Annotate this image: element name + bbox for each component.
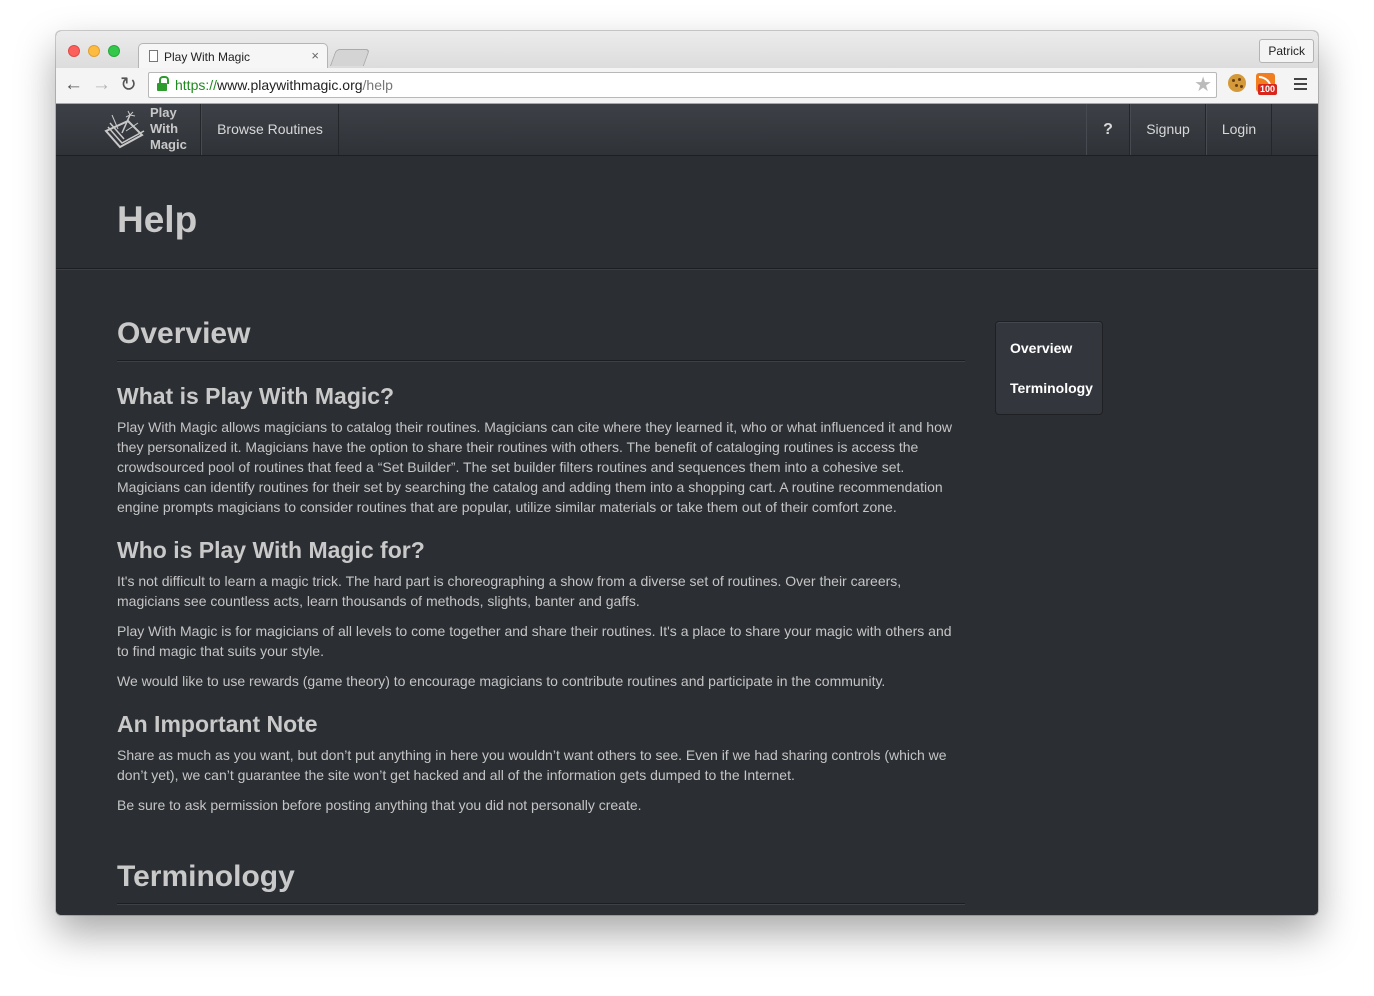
- what-heading: What is Play With Magic?: [117, 383, 395, 409]
- page-header: Help: [56, 156, 1318, 270]
- browser-toolbar: ← → ↻ https://www.playwithmagic.org/help…: [56, 68, 1318, 104]
- cookie-icon[interactable]: [1228, 74, 1246, 92]
- tab-title: Play With Magic: [164, 50, 251, 64]
- star-icon[interactable]: ★: [1194, 73, 1212, 97]
- help-content: Overview What is Play With Magic? Play W…: [117, 316, 965, 904]
- magic-book-logo-icon: [104, 110, 145, 149]
- note-paragraph: Share as much as you want, but don’t put…: [117, 747, 947, 783]
- close-window-button[interactable]: [68, 45, 80, 57]
- sidebar-item-overview[interactable]: Overview: [996, 328, 1102, 368]
- who-paragraph: Play With Magic is for magicians of all …: [117, 623, 952, 659]
- help-link[interactable]: ?: [1086, 104, 1130, 155]
- who-heading: Who is Play With Magic for?: [117, 537, 425, 563]
- who-paragraph: It's not difficult to learn a magic tric…: [117, 573, 902, 609]
- signup-link[interactable]: Signup: [1130, 104, 1206, 155]
- brand-name: Play With Magic: [150, 105, 187, 153]
- browser-tab-strip: Play With Magic × Patrick: [56, 31, 1318, 69]
- reload-icon[interactable]: ↻: [120, 73, 137, 97]
- back-arrow-icon[interactable]: ←: [64, 73, 83, 97]
- who-paragraph: We would like to use rewards (game theor…: [117, 673, 886, 689]
- browser-window: Play With Magic × Patrick ← → ↻ https://…: [56, 31, 1318, 915]
- maximize-window-button[interactable]: [108, 45, 120, 57]
- rss-badge: 100: [1258, 84, 1278, 95]
- url-text[interactable]: https://www.playwithmagic.org/help: [175, 77, 393, 93]
- brand-word: Play: [150, 105, 177, 120]
- new-tab-button[interactable]: [329, 49, 371, 66]
- profile-button[interactable]: Patrick: [1259, 39, 1314, 63]
- what-paragraph: Play With Magic allows magicians to cata…: [117, 419, 952, 515]
- login-link[interactable]: Login: [1206, 104, 1272, 155]
- note-heading: An Important Note: [117, 711, 318, 737]
- sidebar-nav: Overview Terminology: [995, 321, 1103, 415]
- note-paragraph: Be sure to ask permission before posting…: [117, 797, 642, 813]
- menu-icon[interactable]: [1294, 78, 1307, 93]
- brand-word: Magic: [150, 137, 187, 152]
- address-bar[interactable]: https://www.playwithmagic.org/help ★: [148, 72, 1217, 98]
- browser-tab[interactable]: Play With Magic ×: [138, 43, 328, 69]
- sidebar-item-terminology[interactable]: Terminology: [996, 368, 1102, 408]
- terminology-heading: Terminology: [117, 859, 965, 904]
- tab-close-icon[interactable]: ×: [311, 48, 319, 63]
- forward-arrow-icon[interactable]: →: [92, 73, 111, 97]
- url-host: www.playwithmagic.org: [217, 77, 363, 93]
- brand-link[interactable]: Play With Magic: [100, 104, 201, 155]
- page-title: Help: [117, 199, 198, 240]
- lock-icon: [157, 76, 169, 91]
- site-navbar: Play With Magic Browse Routines ? Signup…: [56, 104, 1318, 156]
- url-scheme: https://: [175, 77, 218, 93]
- url-path: /help: [362, 77, 393, 93]
- page-icon: [149, 50, 158, 62]
- rss-icon[interactable]: 100: [1256, 73, 1278, 95]
- browse-routines-link[interactable]: Browse Routines: [201, 104, 339, 155]
- page-content: Help Overview What is Play With Magic? P…: [56, 156, 1318, 915]
- brand-word: With: [150, 121, 179, 136]
- minimize-window-button[interactable]: [88, 45, 100, 57]
- overview-heading: Overview: [117, 316, 965, 361]
